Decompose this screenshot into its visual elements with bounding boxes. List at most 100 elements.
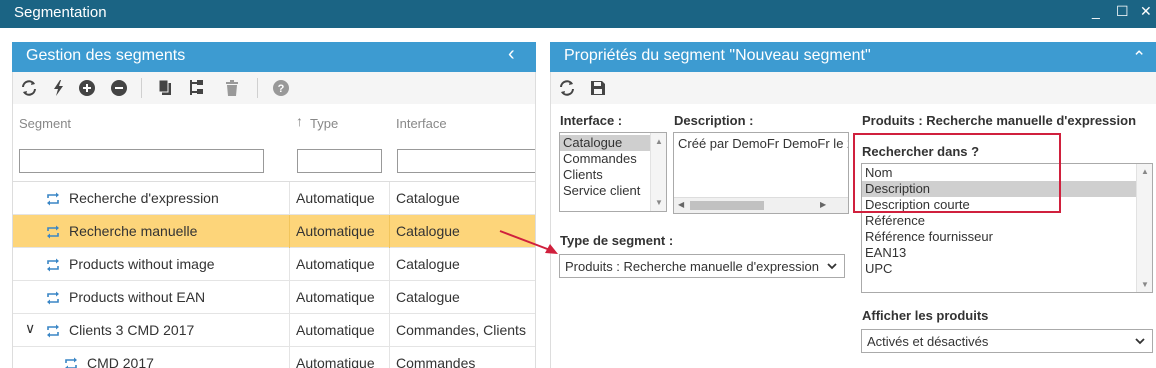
column-divider	[289, 281, 290, 314]
column-divider	[389, 314, 390, 347]
copy-icon[interactable]	[157, 79, 175, 97]
table-row[interactable]: Recherche manuelle Automatique Catalogue	[13, 215, 535, 248]
filter-type-input[interactable]	[297, 149, 382, 173]
segment-type-value: Produits : Recherche manuelle d'expressi…	[565, 259, 819, 274]
products-search-heading: Produits : Recherche manuelle d'expressi…	[862, 113, 1137, 128]
description-hscrollbar[interactable]: ◀ ▶	[674, 197, 848, 213]
column-divider	[389, 182, 390, 215]
search-in-option[interactable]: Référence	[862, 213, 1152, 229]
segment-type: Automatique	[296, 289, 375, 305]
annotation-arrow-icon	[499, 230, 558, 254]
column-divider	[389, 281, 390, 314]
segments-toolbar: ?	[12, 72, 536, 104]
add-circle-icon[interactable]	[78, 79, 96, 97]
search-in-option[interactable]: Référence fournisseur	[862, 229, 1152, 245]
save-icon[interactable]	[589, 79, 607, 97]
filter-interface-input[interactable]	[397, 149, 535, 173]
collapse-right-icon[interactable]: ⌃	[1132, 48, 1146, 68]
column-divider	[389, 215, 390, 248]
table-row[interactable]: Products without EAN Automatique Catalogue	[13, 281, 535, 314]
segment-name: Recherche manuelle	[69, 223, 198, 239]
segments-panel-title: Gestion des segments	[26, 47, 186, 64]
column-divider	[289, 248, 290, 281]
segment-type: Automatique	[296, 355, 375, 368]
segment-icon	[45, 258, 61, 272]
remove-circle-icon[interactable]	[110, 79, 128, 97]
segment-interface: Commandes	[396, 355, 476, 368]
interface-listbox[interactable]: Catalogue Commandes Clients Service client …	[559, 132, 667, 212]
column-header-interface[interactable]: Interface	[396, 116, 447, 131]
show-products-label: Afficher les produits	[862, 308, 989, 323]
segment-name: Products without EAN	[69, 289, 206, 305]
window-title: Segmentation	[14, 4, 107, 21]
description-label: Description :	[674, 113, 754, 128]
help-icon[interactable]: ?	[272, 79, 290, 97]
interface-label: Interface :	[560, 113, 623, 128]
segment-name: CMD 2017	[87, 355, 154, 368]
segments-grid: Segment ↑ Type Interface Recherche d'exp…	[12, 104, 536, 368]
column-divider	[389, 347, 390, 368]
close-icon[interactable]: ✕	[1140, 3, 1152, 20]
segment-type-select[interactable]: Produits : Recherche manuelle d'expressi…	[559, 254, 845, 278]
collapse-left-icon[interactable]: ‹	[508, 43, 515, 66]
show-products-select[interactable]: Activés et désactivés	[861, 329, 1153, 353]
segment-type: Automatique	[296, 322, 375, 338]
scroll-right-icon[interactable]: ▶	[820, 200, 826, 209]
search-in-scrollbar[interactable]: ▲ ▼	[1136, 164, 1152, 292]
column-header-segment[interactable]: Segment	[19, 116, 71, 131]
svg-text:?: ?	[278, 83, 285, 95]
scroll-up-icon[interactable]: ▲	[655, 137, 663, 146]
segment-type-label: Type de segment :	[560, 233, 674, 248]
search-in-option[interactable]: EAN13	[862, 245, 1152, 261]
refresh-icon[interactable]	[20, 79, 38, 97]
scroll-down-icon[interactable]: ▼	[1141, 280, 1149, 289]
segments-panel-header: Gestion des segments ‹	[12, 42, 536, 72]
annotation-highlight-box	[853, 133, 1061, 213]
toolbar-divider	[141, 78, 142, 98]
maximize-icon[interactable]: ☐	[1116, 3, 1129, 20]
scroll-up-icon[interactable]: ▲	[1141, 167, 1149, 176]
bolt-icon[interactable]	[50, 79, 68, 97]
segment-interface: Catalogue	[396, 256, 460, 272]
scroll-thumb[interactable]	[690, 201, 764, 210]
segment-type: Automatique	[296, 256, 375, 272]
trash-icon[interactable]	[223, 79, 241, 97]
segment-icon	[45, 291, 61, 305]
column-divider	[289, 215, 290, 248]
column-divider	[289, 314, 290, 347]
segment-icon	[45, 324, 61, 338]
table-row[interactable]: Products without image Automatique Catalog…	[13, 248, 535, 281]
sort-asc-icon[interactable]: ↑	[296, 113, 303, 129]
column-divider	[389, 248, 390, 281]
column-divider	[289, 347, 290, 368]
segment-icon	[45, 225, 61, 239]
minimize-icon[interactable]: _	[1092, 3, 1100, 19]
filter-segment-input[interactable]	[19, 149, 264, 173]
chevron-down-icon	[1134, 334, 1146, 348]
segment-name: Clients 3 CMD 2017	[69, 322, 195, 338]
segment-type: Automatique	[296, 223, 375, 239]
table-row[interactable]: ∨ Clients 3 CMD 2017 Automatique Commandes,…	[13, 314, 535, 347]
search-in-option[interactable]: UPC	[862, 261, 1152, 277]
description-textarea[interactable]: Créé par DemoFr DemoFr le 2 ◀ ▶	[673, 132, 849, 214]
description-text: Créé par DemoFr DemoFr le 2	[678, 136, 849, 151]
segment-interface: Commandes, Clients	[396, 322, 526, 338]
column-divider	[289, 182, 290, 215]
table-row[interactable]: Recherche d'expression Automatique Catalog…	[13, 182, 535, 215]
scroll-down-icon[interactable]: ▼	[655, 198, 663, 207]
refresh-icon[interactable]	[558, 79, 576, 97]
properties-panel-header: Propriétés du segment "Nouveau segment" …	[550, 42, 1156, 72]
tree-icon[interactable]	[187, 79, 205, 97]
properties-panel-title: Propriétés du segment "Nouveau segment"	[564, 47, 871, 64]
table-row[interactable]: CMD 2017 Automatique Commandes	[13, 347, 535, 368]
segment-type: Automatique	[296, 190, 375, 206]
segment-name: Recherche d'expression	[69, 190, 219, 206]
scroll-left-icon[interactable]: ◀	[678, 200, 684, 209]
chevron-down-icon	[826, 259, 838, 273]
segment-interface: Catalogue	[396, 190, 460, 206]
properties-toolbar	[550, 72, 1156, 104]
toolbar-divider	[257, 78, 258, 98]
interface-scrollbar[interactable]: ▲ ▼	[650, 133, 666, 211]
expand-chevron-icon[interactable]: ∨	[25, 320, 35, 337]
column-header-type[interactable]: Type	[310, 116, 338, 131]
